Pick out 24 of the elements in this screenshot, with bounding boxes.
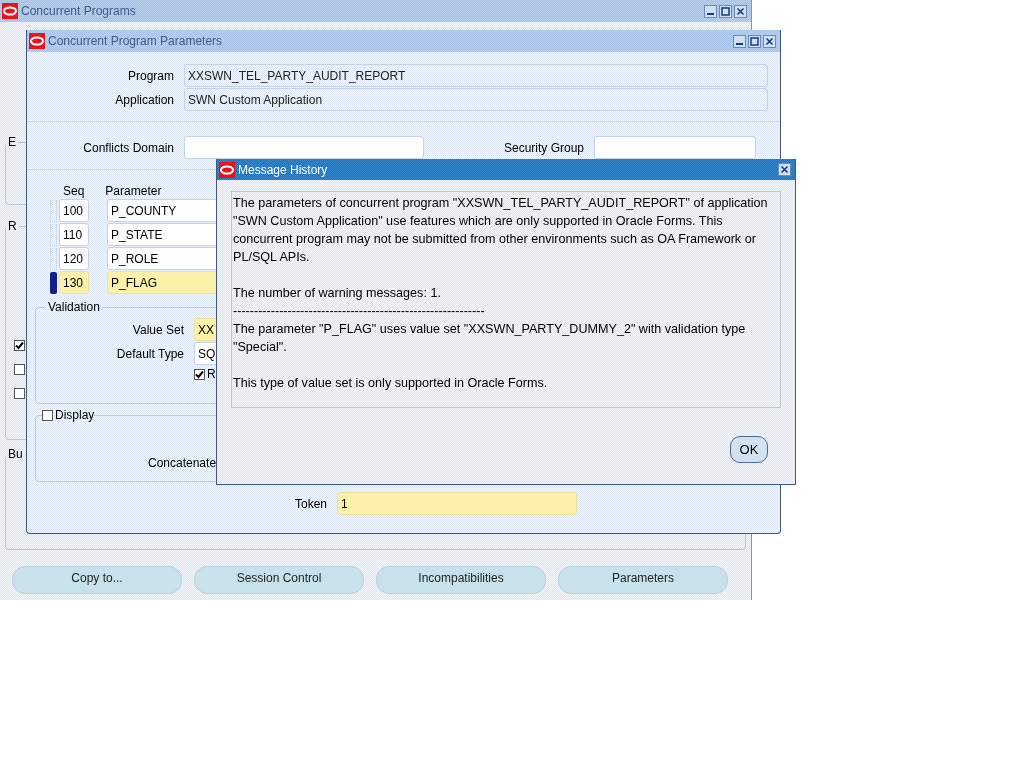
field-label: Value Set bbox=[131, 322, 185, 337]
field-label: Token bbox=[293, 496, 328, 511]
field-label: Application bbox=[114, 92, 175, 107]
field-label: Concatenate bbox=[148, 456, 218, 470]
group-label: Validation bbox=[47, 300, 101, 314]
checkbox-label: R bbox=[207, 367, 216, 381]
window-title: Concurrent Program Parameters bbox=[48, 34, 224, 48]
message-text: The number of warning messages: 1. bbox=[233, 285, 442, 302]
group-label: E bbox=[7, 135, 17, 149]
window-title: Message History bbox=[238, 162, 329, 177]
checkbox-label: Display bbox=[55, 408, 95, 422]
group-label: Bu bbox=[7, 447, 24, 461]
group-label: R bbox=[7, 219, 18, 233]
field-label: Default Type bbox=[115, 346, 185, 361]
message-text: The parameters of concurrent program "XXSWN_TEL_PARTY_AUDIT_REPORT" of application "SWN Custom Application" use features which are only supported in Oracle Forms. This concurrent program may not be submitted from other environments such as OA Framework or PL/SQL APIs. bbox=[233, 195, 769, 266]
message-text: ------------------------------------------------------------ bbox=[233, 303, 486, 320]
field-label: Conflicts Domain bbox=[82, 140, 175, 155]
message-text: This type of value set is only supported in Oracle Forms. bbox=[233, 375, 549, 392]
field-label: Program bbox=[127, 68, 175, 83]
column-header: Seq bbox=[63, 184, 85, 199]
field-label: Security Group bbox=[504, 140, 586, 155]
message-text: The parameter "P_FLAG" uses value set "XXSWN_PARTY_DUMMY_2" with validation type "Special". bbox=[233, 321, 747, 356]
window-title: Concurrent Programs bbox=[21, 4, 137, 18]
column-header: Parameter bbox=[105, 184, 162, 199]
